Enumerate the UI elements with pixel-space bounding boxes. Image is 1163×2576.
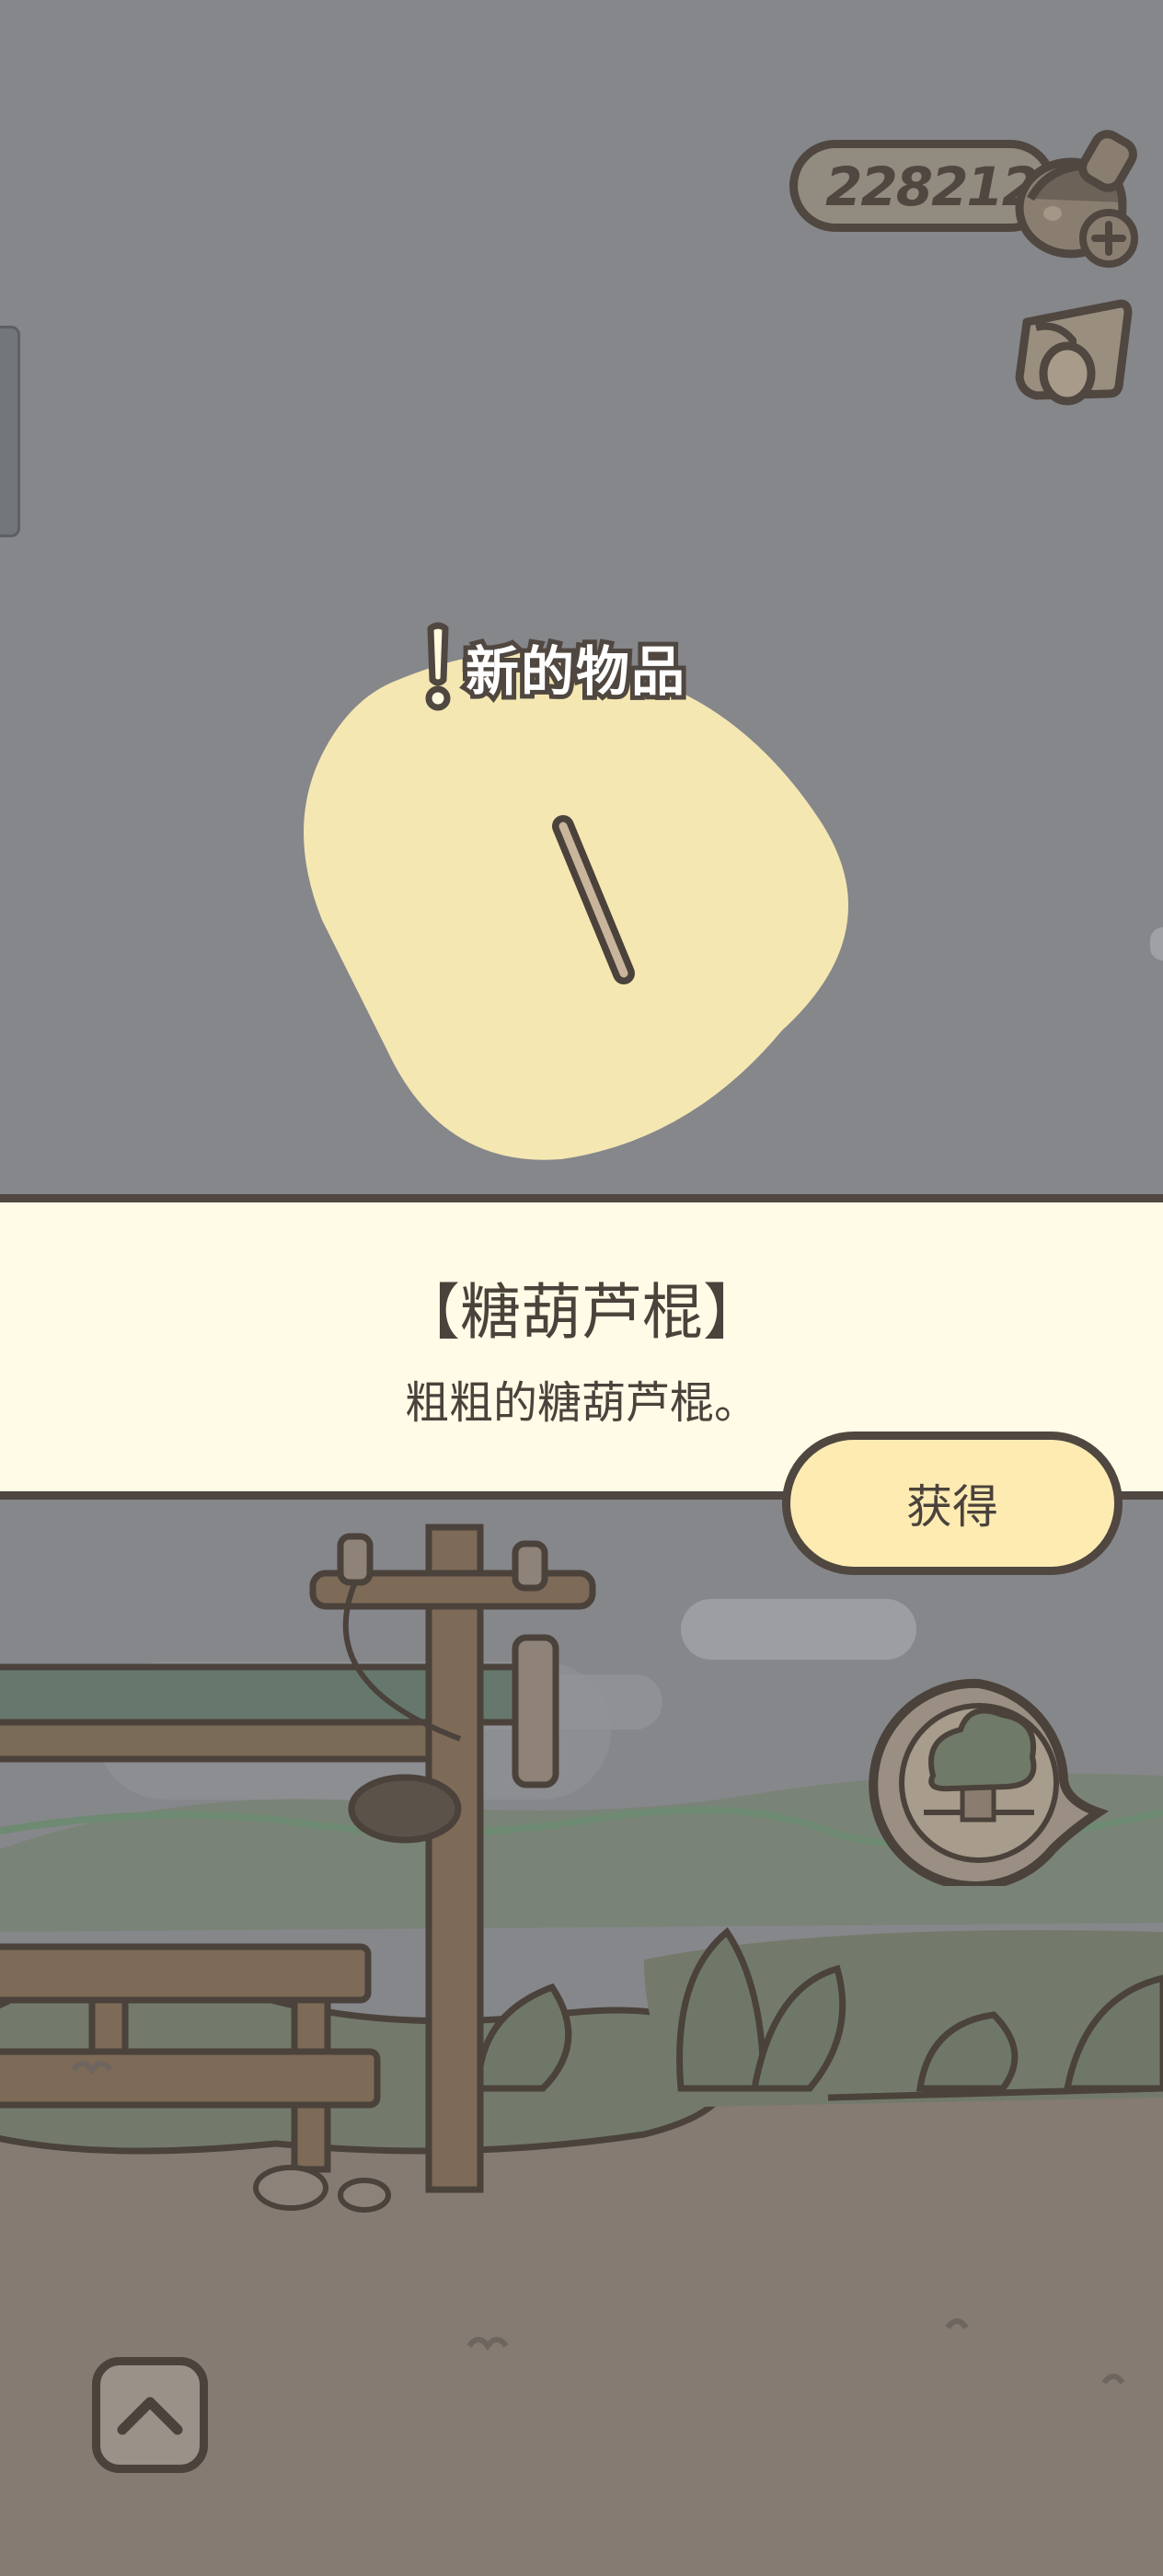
scroll-up-button[interactable] xyxy=(92,2357,208,2473)
item-name: 【糖葫芦棍】 xyxy=(399,1277,764,1348)
chevron-up-icon xyxy=(117,2397,183,2435)
letter-icon[interactable] xyxy=(999,285,1137,423)
exclaim-icon xyxy=(425,622,451,711)
plus-icon[interactable] xyxy=(1078,208,1139,269)
right-edge-handle xyxy=(1150,927,1163,960)
stick-icon xyxy=(552,815,635,984)
item-description: 粗粗的糖葫芦棍。 xyxy=(404,1377,758,1429)
side-drawer-handle[interactable] xyxy=(0,326,20,537)
obtain-button[interactable]: 获得 xyxy=(782,1432,1123,1575)
new-item-tag: 新的物品 xyxy=(420,622,689,711)
new-item-label: 新的物品 xyxy=(461,636,689,707)
game-screen: 228212 新的物品 【糖葫芦棍】 粗粗的糖葫芦棍。 获得 xyxy=(0,0,1163,2576)
tree-map-bubble-icon[interactable] xyxy=(869,1674,1111,1886)
currency-value: 228212 xyxy=(825,155,1039,218)
